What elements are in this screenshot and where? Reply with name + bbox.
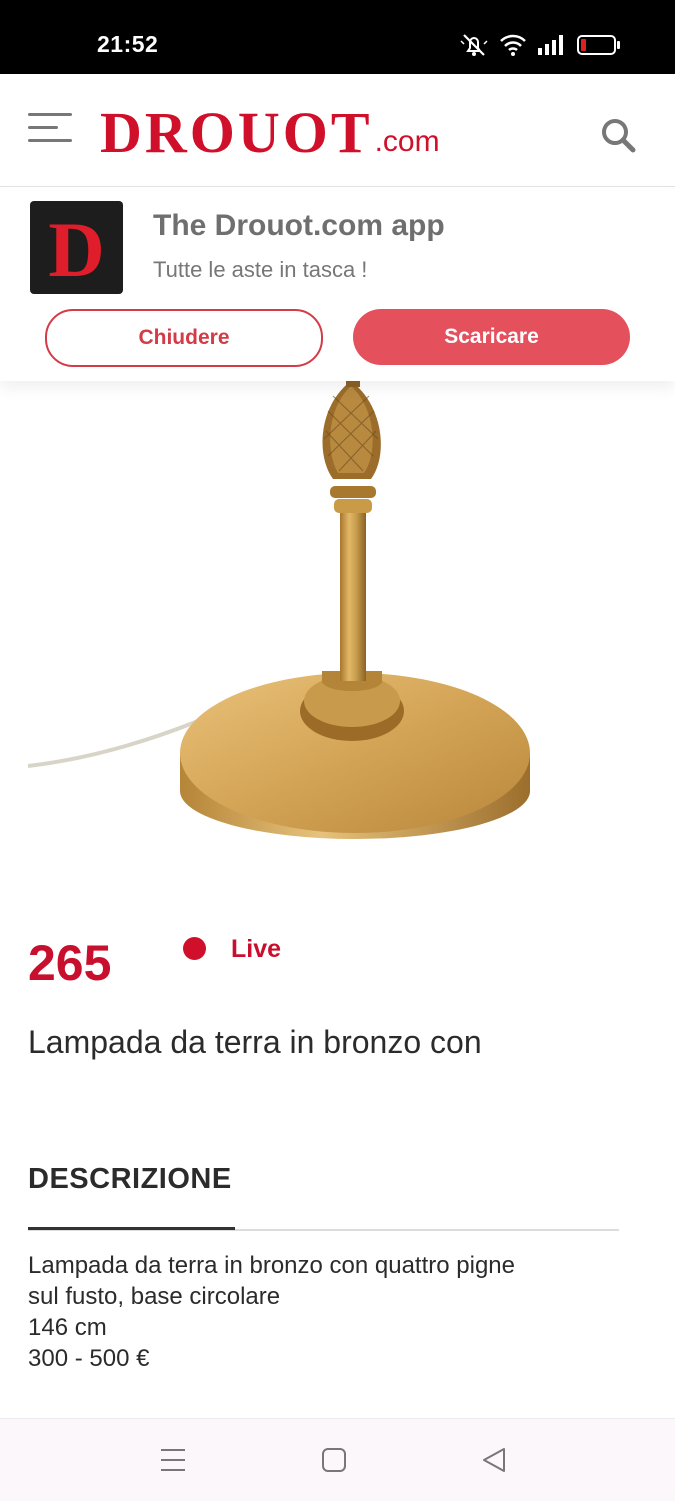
wifi-icon: [500, 34, 526, 56]
back-icon[interactable]: [480, 1445, 510, 1475]
description-text: Lampada da terra in bronzo con quattro p…: [28, 1250, 628, 1374]
system-nav-bar: [0, 1418, 675, 1501]
download-app-button[interactable]: Scaricare: [353, 309, 630, 365]
status-icons: [459, 30, 621, 60]
banner-subtitle: Tutte le aste in tasca !: [153, 257, 368, 282]
live-indicator-dot: [183, 937, 206, 960]
hamburger-menu-icon[interactable]: [28, 113, 72, 147]
description-line: sul fusto, base circolare: [28, 1283, 281, 1310]
status-time: 21:52: [97, 31, 159, 57]
description-line: 146 cm: [28, 1314, 107, 1341]
lot-title: Lampada da terra in bronzo con: [28, 1024, 482, 1060]
close-banner-button[interactable]: Chiudere: [45, 309, 323, 367]
drouot-logo[interactable]: DROUOT .com: [100, 92, 440, 162]
description-line: Lampada da terra in bronzo con quattro p…: [28, 1252, 515, 1279]
search-icon[interactable]: [598, 115, 638, 155]
mute-icon: [460, 34, 488, 56]
status-bar: 21:52: [0, 0, 675, 74]
signal-icon: [538, 35, 563, 55]
home-icon[interactable]: [319, 1445, 349, 1475]
description-tab[interactable]: DESCRIZIONE: [28, 1163, 232, 1196]
logo-suffix-text: .com: [374, 125, 440, 158]
description-line: 300 - 500 €: [28, 1345, 150, 1372]
logo-main-text: DROUOT: [100, 100, 373, 165]
lot-image[interactable]: [28, 381, 648, 871]
active-tab-underline: [28, 1227, 235, 1230]
banner-title: The Drouot.com app: [153, 209, 445, 242]
app-install-banner: D The Drouot.com app Tutte le aste in ta…: [0, 187, 675, 381]
lot-number: 265: [28, 935, 112, 991]
site-header: DROUOT .com: [0, 74, 675, 187]
app-logo: D: [30, 201, 123, 294]
live-status-label[interactable]: Live: [231, 935, 281, 964]
recent-apps-icon[interactable]: [158, 1445, 188, 1475]
battery-icon: [577, 35, 620, 55]
app-logo-letter: D: [48, 205, 105, 293]
